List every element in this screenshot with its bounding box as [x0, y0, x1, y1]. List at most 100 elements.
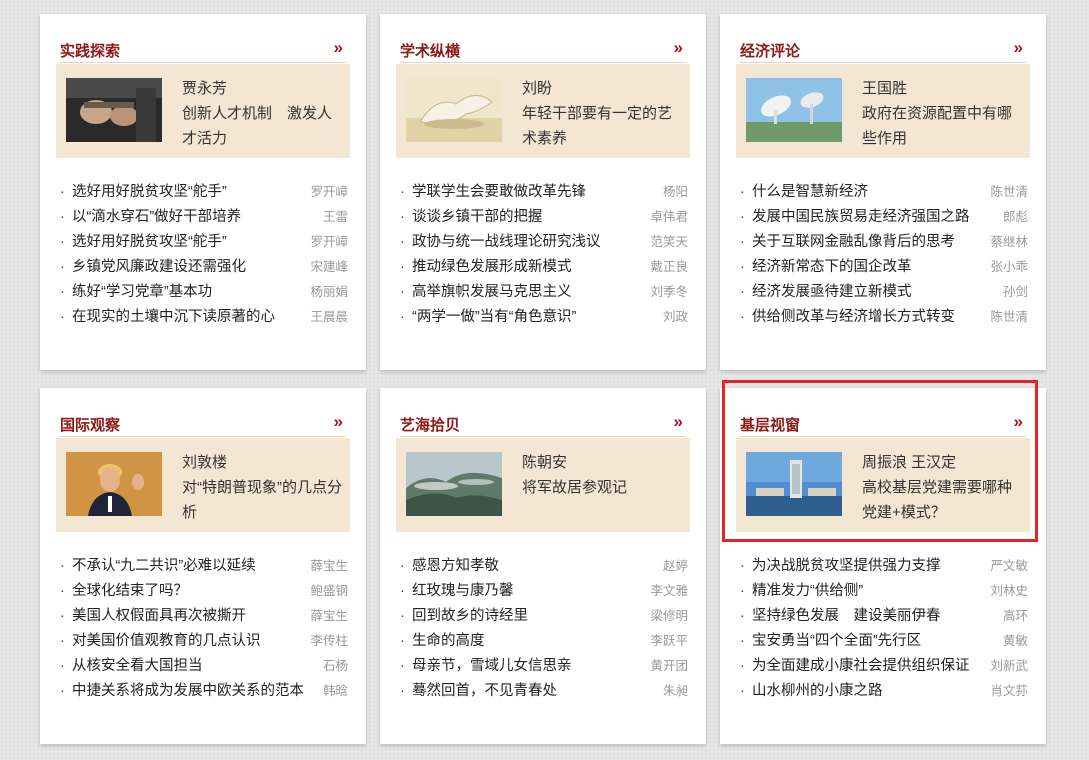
- article-author: 梁修明: [650, 609, 688, 623]
- list-item: · 中捷关系将成为发展中欧关系的范本 韩晗: [60, 679, 350, 704]
- featured-article[interactable]: 贾永芳 创新人才机制 激发人才活力: [56, 64, 350, 158]
- article-link[interactable]: 选好用好脱贫攻坚“舵手”: [72, 230, 227, 255]
- list-item: · 对美国价值观教育的几点认识 李传柱: [60, 629, 350, 654]
- more-arrow-icon[interactable]: »: [334, 412, 344, 432]
- featured-text: 贾永芳 创新人才机制 激发人才活力: [182, 76, 342, 151]
- portrait-photo[interactable]: [66, 452, 162, 516]
- article-link[interactable]: 供给侧改革与经济增长方式转变: [752, 305, 955, 330]
- card-header: 艺海拾贝 »: [400, 412, 686, 437]
- article-link[interactable]: 高举旗帜发展马克思主义: [412, 280, 572, 305]
- bullet: ·: [400, 658, 405, 674]
- list-item: · 坚持绿色发展 建设美丽伊春 高环: [740, 604, 1030, 629]
- article-link[interactable]: 谈谈乡镇干部的把握: [412, 205, 543, 230]
- list-item: · 红玫瑰与康乃馨 李文雅: [400, 579, 690, 604]
- article-link[interactable]: 精准发力“供给侧”: [752, 579, 863, 604]
- article-link[interactable]: 回到故乡的诗经里: [412, 604, 528, 629]
- list-item: · “两学一做”当有“角色意识” 刘政: [400, 305, 690, 330]
- more-arrow-icon[interactable]: »: [334, 38, 344, 58]
- featured-article[interactable]: 陈朝安 将军故居参观记: [396, 438, 690, 532]
- bullet: ·: [60, 633, 65, 649]
- card-title[interactable]: 艺海拾贝: [400, 414, 460, 435]
- article-author: 张小乖: [990, 260, 1028, 274]
- article-author: 石杨: [322, 659, 348, 673]
- card-title[interactable]: 基层视窗: [740, 414, 800, 435]
- more-arrow-icon[interactable]: »: [1014, 38, 1024, 58]
- article-link[interactable]: 推动绿色发展形成新模式: [412, 255, 572, 280]
- article-author: 刘政: [662, 310, 688, 324]
- article-link[interactable]: 为全面建成小康社会提供组织保证: [752, 654, 970, 679]
- article-link[interactable]: 什么是智慧新经济: [752, 180, 868, 205]
- bullet: ·: [740, 608, 745, 624]
- article-link[interactable]: 练好“学习党章”基本功: [72, 280, 212, 305]
- featured-text: 刘敦楼 对“特朗普现象”的几点分析: [182, 450, 342, 525]
- article-author: 陈世清: [990, 310, 1028, 324]
- bullet: ·: [740, 284, 745, 300]
- article-link[interactable]: 在现实的土壤中沉下读原著的心: [72, 305, 275, 330]
- mountain-landscape-photo[interactable]: [406, 452, 502, 516]
- list-item: · 推动绿色发展形成新模式 戴正良: [400, 255, 690, 280]
- article-link[interactable]: 经济发展亟待建立新模式: [752, 280, 912, 305]
- article-link[interactable]: 坚持绿色发展 建设美丽伊春: [752, 604, 941, 629]
- featured-article[interactable]: 刘敦楼 对“特朗普现象”的几点分析: [56, 438, 350, 532]
- article-link[interactable]: 学联学生会要敢做改革先锋: [412, 180, 586, 205]
- card-header: 经济评论 »: [740, 38, 1026, 63]
- article-link[interactable]: 为决战脱贫攻坚提供强力支撑: [752, 554, 941, 579]
- article-link[interactable]: 母亲节，雪域儿女信思亲: [412, 654, 572, 679]
- article-link[interactable]: “两学一做”当有“角色意识”: [412, 305, 576, 330]
- article-link[interactable]: 感恩方知孝敬: [412, 554, 499, 579]
- article-link[interactable]: 红玫瑰与康乃馨: [412, 579, 514, 604]
- featured-article[interactable]: 刘盼 年轻干部要有一定的艺术素养: [396, 64, 690, 158]
- article-author: 罗开嶂: [310, 235, 348, 249]
- more-arrow-icon[interactable]: »: [674, 412, 684, 432]
- bullet: ·: [400, 284, 405, 300]
- article-link[interactable]: 选好用好脱贫攻坚“舵手”: [72, 180, 227, 205]
- bullet: ·: [400, 309, 405, 325]
- list-item: · 为全面建成小康社会提供组织保证 刘新武: [740, 654, 1030, 679]
- article-author: 李跃平: [650, 634, 688, 648]
- article-link[interactable]: 发展中国民族贸易走经济强国之路: [752, 205, 970, 230]
- article-link[interactable]: 经济新常态下的国企改革: [752, 255, 912, 280]
- card-title[interactable]: 经济评论: [740, 40, 800, 61]
- bullet: ·: [740, 558, 745, 574]
- card-jingji-pinglun: 经济评论 » 王国胜 政府在资源配置中有哪些作用 · 什么是智慧新经济陈世清: [720, 14, 1046, 370]
- more-arrow-icon[interactable]: »: [1014, 412, 1024, 432]
- article-author: 王晨晨: [310, 310, 348, 324]
- article-link[interactable]: 从核安全看大国担当: [72, 654, 203, 679]
- featured-title[interactable]: 年轻干部要有一定的艺术素养: [522, 101, 682, 151]
- article-link[interactable]: 宝安勇当“四个全面”先行区: [752, 629, 921, 654]
- article-link[interactable]: 政协与统一战线理论研究浅议: [412, 230, 601, 255]
- article-link[interactable]: 山水柳州的小康之路: [752, 679, 883, 704]
- more-arrow-icon[interactable]: »: [674, 38, 684, 58]
- featured-title[interactable]: 高校基层党建需要哪种党建+模式？: [862, 475, 1022, 525]
- card-guoji-guancha: 国际观察 » 刘敦楼 对“特朗普现象”的几点分析 · 不承认“九二共识”必难以延…: [40, 388, 366, 744]
- list-item: · 全球化结束了吗？ 鲍盛钢: [60, 579, 350, 604]
- card-title[interactable]: 国际观察: [60, 414, 120, 435]
- article-link[interactable]: 对美国价值观教育的几点认识: [72, 629, 261, 654]
- satellite-dish-photo[interactable]: [746, 78, 842, 142]
- card-title[interactable]: 学术纵横: [400, 40, 460, 61]
- article-link[interactable]: 中捷关系将成为发展中欧关系的范本: [72, 679, 304, 704]
- card-title[interactable]: 实践探索: [60, 40, 120, 61]
- article-link[interactable]: 关于互联网金融乱像背后的思考: [752, 230, 955, 255]
- bullet: ·: [60, 184, 65, 200]
- featured-title[interactable]: 政府在资源配置中有哪些作用: [862, 101, 1022, 151]
- featured-text: 陈朝安 将军故居参观记: [522, 450, 682, 500]
- article-link[interactable]: 生命的高度: [412, 629, 485, 654]
- sculpture-photo[interactable]: [406, 78, 502, 142]
- campus-tower-photo[interactable]: [746, 452, 842, 516]
- featured-title[interactable]: 创新人才机制 激发人才活力: [182, 101, 342, 151]
- article-author: 李文雅: [650, 584, 688, 598]
- featured-article[interactable]: 王国胜 政府在资源配置中有哪些作用: [736, 64, 1030, 158]
- featured-title[interactable]: 对“特朗普现象”的几点分析: [182, 475, 342, 525]
- hands-photo[interactable]: [66, 78, 162, 142]
- article-link[interactable]: 不承认“九二共识”必难以延续: [72, 554, 256, 579]
- featured-article[interactable]: 周振浪 王汉定 高校基层党建需要哪种党建+模式？: [736, 438, 1030, 532]
- article-link[interactable]: 全球化结束了吗？: [72, 579, 188, 604]
- featured-text: 周振浪 王汉定 高校基层党建需要哪种党建+模式？: [862, 450, 1022, 525]
- article-link[interactable]: 美国人权假面具再次被撕开: [72, 604, 246, 629]
- article-link[interactable]: 乡镇党风廉政建设还需强化: [72, 255, 246, 280]
- bullet: ·: [740, 583, 745, 599]
- article-link[interactable]: 蓦然回首，不见青春处: [412, 679, 557, 704]
- featured-title[interactable]: 将军故居参观记: [522, 475, 682, 500]
- article-link[interactable]: 以“滴水穿石”做好干部培养: [72, 205, 241, 230]
